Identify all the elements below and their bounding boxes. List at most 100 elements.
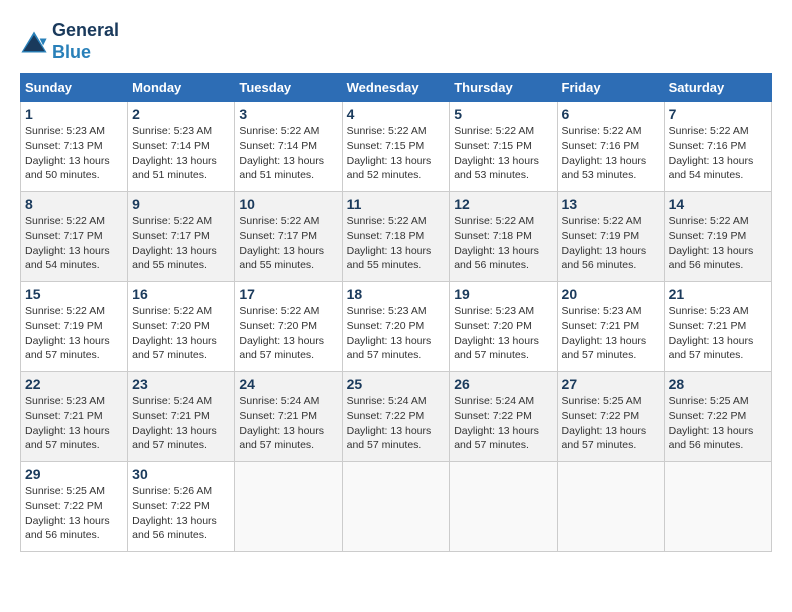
day-info: Sunrise: 5:23 AM Sunset: 7:14 PM Dayligh… [132, 124, 230, 183]
day-cell-3: 3 Sunrise: 5:22 AM Sunset: 7:14 PM Daylig… [235, 102, 342, 192]
empty-cell [342, 462, 450, 552]
day-cell-14: 14 Sunrise: 5:22 AM Sunset: 7:19 PM Dayli… [664, 192, 771, 282]
day-number: 9 [132, 196, 230, 212]
day-number: 6 [562, 106, 660, 122]
day-header-friday: Friday [557, 74, 664, 102]
day-cell-27: 27 Sunrise: 5:25 AM Sunset: 7:22 PM Dayli… [557, 372, 664, 462]
day-info: Sunrise: 5:24 AM Sunset: 7:21 PM Dayligh… [132, 394, 230, 453]
day-number: 5 [454, 106, 552, 122]
day-number: 29 [25, 466, 123, 482]
day-number: 20 [562, 286, 660, 302]
day-cell-25: 25Sunrise: 5:24 AM Sunset: 7:22 PM Dayli… [342, 372, 450, 462]
logo: General Blue [20, 20, 119, 63]
day-number: 24 [239, 376, 337, 392]
day-cell-12: 12Sunrise: 5:22 AM Sunset: 7:18 PM Dayli… [450, 192, 557, 282]
day-cell-26: 26 Sunrise: 5:24 AM Sunset: 7:22 PM Dayli… [450, 372, 557, 462]
day-cell-22: 22 Sunrise: 5:23 AM Sunset: 7:21 PM Dayli… [21, 372, 128, 462]
day-cell-15: 15 Sunrise: 5:22 AM Sunset: 7:19 PM Dayli… [21, 282, 128, 372]
day-cell-16: 16Sunrise: 5:22 AM Sunset: 7:20 PM Dayli… [128, 282, 235, 372]
day-cell-29: 29 Sunrise: 5:25 AM Sunset: 7:22 PM Dayli… [21, 462, 128, 552]
day-cell-30: 30Sunrise: 5:26 AM Sunset: 7:22 PM Dayli… [128, 462, 235, 552]
day-info: Sunrise: 5:25 AM Sunset: 7:22 PM Dayligh… [25, 484, 123, 543]
week-row-1: 1 Sunrise: 5:23 AM Sunset: 7:13 PM Daylig… [21, 102, 772, 192]
calendar-table: SundayMondayTuesdayWednesdayThursdayFrid… [20, 73, 772, 552]
day-info: Sunrise: 5:23 AM Sunset: 7:21 PM Dayligh… [25, 394, 123, 453]
day-number: 8 [25, 196, 123, 212]
day-number: 11 [347, 196, 446, 212]
day-cell-28: 28 Sunrise: 5:25 AM Sunset: 7:22 PM Dayli… [664, 372, 771, 462]
day-number: 18 [347, 286, 446, 302]
day-number: 21 [669, 286, 767, 302]
day-cell-9: 9 Sunrise: 5:22 AM Sunset: 7:17 PM Daylig… [128, 192, 235, 282]
day-cell-24: 24 Sunrise: 5:24 AM Sunset: 7:21 PM Dayli… [235, 372, 342, 462]
day-cell-23: 23 Sunrise: 5:24 AM Sunset: 7:21 PM Dayli… [128, 372, 235, 462]
day-number: 3 [239, 106, 337, 122]
day-header-saturday: Saturday [664, 74, 771, 102]
day-number: 27 [562, 376, 660, 392]
day-info: Sunrise: 5:22 AM Sunset: 7:15 PM Dayligh… [454, 124, 552, 183]
header-row: SundayMondayTuesdayWednesdayThursdayFrid… [21, 74, 772, 102]
day-info: Sunrise: 5:22 AM Sunset: 7:16 PM Dayligh… [669, 124, 767, 183]
day-info: Sunrise: 5:22 AM Sunset: 7:19 PM Dayligh… [669, 214, 767, 273]
day-number: 15 [25, 286, 123, 302]
week-row-5: 29 Sunrise: 5:25 AM Sunset: 7:22 PM Dayli… [21, 462, 772, 552]
day-info: Sunrise: 5:24 AM Sunset: 7:21 PM Dayligh… [239, 394, 337, 453]
day-info: Sunrise: 5:23 AM Sunset: 7:21 PM Dayligh… [562, 304, 660, 363]
day-number: 1 [25, 106, 123, 122]
day-info: Sunrise: 5:22 AM Sunset: 7:20 PM Dayligh… [239, 304, 337, 363]
day-info: Sunrise: 5:25 AM Sunset: 7:22 PM Dayligh… [562, 394, 660, 453]
empty-cell [235, 462, 342, 552]
day-info: Sunrise: 5:25 AM Sunset: 7:22 PM Dayligh… [669, 394, 767, 453]
calendar-header: SundayMondayTuesdayWednesdayThursdayFrid… [21, 74, 772, 102]
day-number: 13 [562, 196, 660, 212]
day-cell-11: 11 Sunrise: 5:22 AM Sunset: 7:18 PM Dayli… [342, 192, 450, 282]
day-info: Sunrise: 5:22 AM Sunset: 7:15 PM Dayligh… [347, 124, 446, 183]
day-cell-2: 2Sunrise: 5:23 AM Sunset: 7:14 PM Daylig… [128, 102, 235, 192]
day-info: Sunrise: 5:23 AM Sunset: 7:21 PM Dayligh… [669, 304, 767, 363]
day-number: 19 [454, 286, 552, 302]
day-header-sunday: Sunday [21, 74, 128, 102]
week-row-2: 8 Sunrise: 5:22 AM Sunset: 7:17 PM Daylig… [21, 192, 772, 282]
day-number: 23 [132, 376, 230, 392]
empty-cell [557, 462, 664, 552]
day-number: 10 [239, 196, 337, 212]
day-header-tuesday: Tuesday [235, 74, 342, 102]
day-cell-4: 4 Sunrise: 5:22 AM Sunset: 7:15 PM Daylig… [342, 102, 450, 192]
day-info: Sunrise: 5:22 AM Sunset: 7:19 PM Dayligh… [25, 304, 123, 363]
day-info: Sunrise: 5:26 AM Sunset: 7:22 PM Dayligh… [132, 484, 230, 543]
day-header-monday: Monday [128, 74, 235, 102]
day-info: Sunrise: 5:22 AM Sunset: 7:14 PM Dayligh… [239, 124, 337, 183]
day-cell-20: 20 Sunrise: 5:23 AM Sunset: 7:21 PM Dayli… [557, 282, 664, 372]
day-cell-18: 18 Sunrise: 5:23 AM Sunset: 7:20 PM Dayli… [342, 282, 450, 372]
day-info: Sunrise: 5:22 AM Sunset: 7:17 PM Dayligh… [25, 214, 123, 273]
day-info: Sunrise: 5:24 AM Sunset: 7:22 PM Dayligh… [454, 394, 552, 453]
day-cell-10: 10 Sunrise: 5:22 AM Sunset: 7:17 PM Dayli… [235, 192, 342, 282]
header: General Blue [20, 20, 772, 63]
day-number: 14 [669, 196, 767, 212]
day-info: Sunrise: 5:22 AM Sunset: 7:17 PM Dayligh… [239, 214, 337, 273]
day-info: Sunrise: 5:22 AM Sunset: 7:16 PM Dayligh… [562, 124, 660, 183]
day-cell-8: 8 Sunrise: 5:22 AM Sunset: 7:17 PM Daylig… [21, 192, 128, 282]
day-cell-17: 17 Sunrise: 5:22 AM Sunset: 7:20 PM Dayli… [235, 282, 342, 372]
day-info: Sunrise: 5:23 AM Sunset: 7:20 PM Dayligh… [454, 304, 552, 363]
day-number: 17 [239, 286, 337, 302]
day-cell-13: 13 Sunrise: 5:22 AM Sunset: 7:19 PM Dayli… [557, 192, 664, 282]
empty-cell [450, 462, 557, 552]
day-number: 22 [25, 376, 123, 392]
day-number: 26 [454, 376, 552, 392]
day-number: 4 [347, 106, 446, 122]
day-info: Sunrise: 5:22 AM Sunset: 7:19 PM Dayligh… [562, 214, 660, 273]
day-cell-1: 1 Sunrise: 5:23 AM Sunset: 7:13 PM Daylig… [21, 102, 128, 192]
logo-icon [20, 28, 48, 56]
day-header-wednesday: Wednesday [342, 74, 450, 102]
day-header-thursday: Thursday [450, 74, 557, 102]
day-info: Sunrise: 5:24 AM Sunset: 7:22 PM Dayligh… [347, 394, 446, 453]
day-info: Sunrise: 5:22 AM Sunset: 7:17 PM Dayligh… [132, 214, 230, 273]
day-info: Sunrise: 5:22 AM Sunset: 7:18 PM Dayligh… [347, 214, 446, 273]
day-info: Sunrise: 5:23 AM Sunset: 7:20 PM Dayligh… [347, 304, 446, 363]
day-cell-7: 7Sunrise: 5:22 AM Sunset: 7:16 PM Daylig… [664, 102, 771, 192]
day-number: 28 [669, 376, 767, 392]
day-info: Sunrise: 5:23 AM Sunset: 7:13 PM Dayligh… [25, 124, 123, 183]
week-row-3: 15 Sunrise: 5:22 AM Sunset: 7:19 PM Dayli… [21, 282, 772, 372]
day-cell-6: 6 Sunrise: 5:22 AM Sunset: 7:16 PM Daylig… [557, 102, 664, 192]
